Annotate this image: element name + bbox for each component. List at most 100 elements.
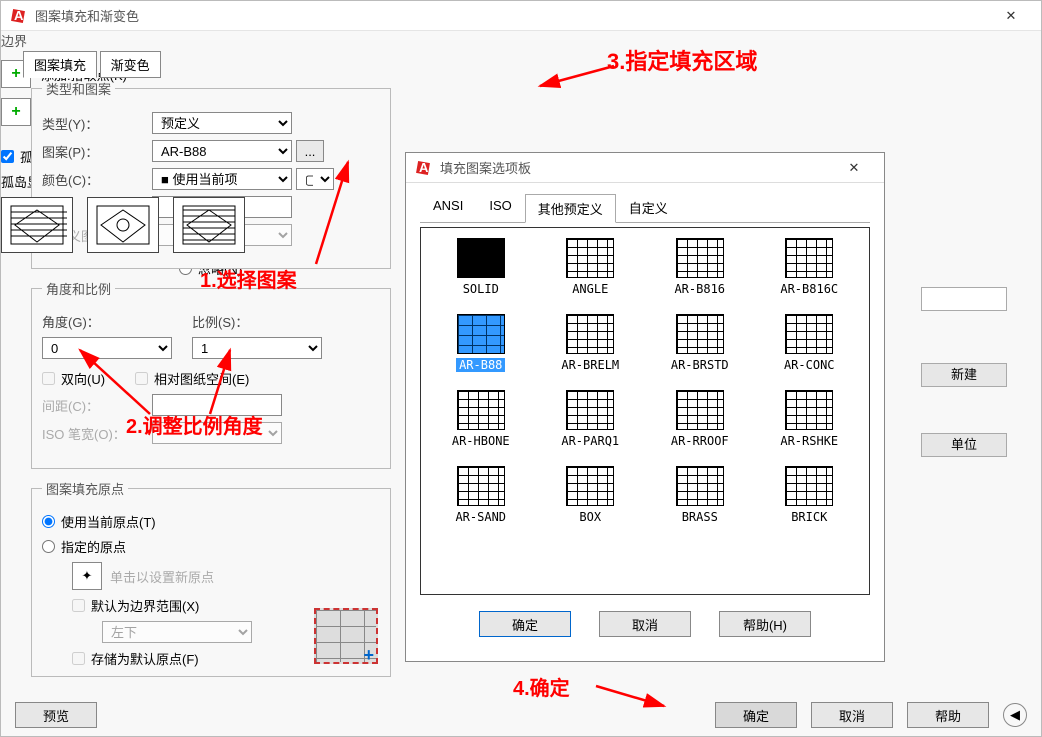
pattern-swatch-icon — [566, 238, 614, 278]
island-style-outer-icon[interactable] — [87, 197, 159, 253]
cancel-button[interactable]: 取消 — [811, 702, 893, 728]
pattern-item-ar-rshke[interactable]: AR-RSHKE — [760, 390, 860, 448]
default-extent-checkbox[interactable]: 默认为边界范围(X) — [72, 596, 199, 615]
pattern-item-label: AR-BRELM — [561, 358, 619, 372]
pattern-item-ar-brstd[interactable]: AR-BRSTD — [650, 314, 750, 372]
tab-custom[interactable]: 自定义 — [616, 193, 681, 222]
set-origin-icon[interactable]: ✦ — [72, 562, 102, 590]
pattern-item-brick[interactable]: BRICK — [760, 466, 860, 524]
pattern-item-label: ANGLE — [572, 282, 608, 296]
pattern-item-label: BOX — [579, 510, 601, 524]
rel-paper-checkbox[interactable]: 相对图纸空间(E) — [135, 369, 249, 388]
pattern-item-ar-b816c[interactable]: AR-B816C — [760, 238, 860, 296]
close-icon[interactable]: ✕ — [989, 1, 1033, 31]
pattern-swatch-icon — [785, 314, 833, 354]
palette-help-button[interactable]: 帮助(H) — [719, 611, 811, 637]
pattern-item-ar-brelm[interactable]: AR-BRELM — [541, 314, 641, 372]
type-legend: 类型和图案 — [42, 79, 115, 98]
tab-hatch[interactable]: 图案填充 — [23, 51, 97, 78]
add-select-obj-button[interactable]: + — [1, 98, 31, 126]
tab-ansi[interactable]: ANSI — [420, 193, 476, 222]
ok-button[interactable]: 确定 — [715, 702, 797, 728]
pattern-item-label: AR-CONC — [784, 358, 835, 372]
pattern-item-ar-rroof[interactable]: AR-RROOF — [650, 390, 750, 448]
pattern-item-label: AR-RSHKE — [780, 434, 838, 448]
pattern-item-ar-b816[interactable]: AR-B816 — [650, 238, 750, 296]
pattern-item-label: BRASS — [682, 510, 718, 524]
pattern-item-label: AR-B88 — [456, 358, 505, 372]
origin-legend: 图案填充原点 — [42, 479, 128, 498]
extent-select: 左下 — [102, 621, 252, 643]
island-style-normal-icon[interactable] — [1, 197, 73, 253]
scale-label: 比例(S)： — [192, 312, 302, 331]
plus-icon: + — [11, 65, 20, 83]
close-icon[interactable]: ✕ — [832, 153, 876, 183]
pattern-swatch-icon — [676, 466, 724, 506]
island-style-ignore-icon[interactable] — [173, 197, 245, 253]
pattern-item-label: AR-HBONE — [452, 434, 510, 448]
pattern-item-ar-sand[interactable]: AR-SAND — [431, 466, 531, 524]
unit-button[interactable]: 单位 — [921, 433, 1007, 457]
tab-gradient[interactable]: 渐变色 — [100, 51, 161, 78]
origin-preview: + — [314, 608, 378, 664]
app-icon: A — [9, 7, 27, 25]
dialog-title: 图案填充和渐变色 — [35, 6, 989, 25]
type-select[interactable]: 预定义 — [152, 112, 292, 134]
new-button[interactable]: 新建 — [921, 363, 1007, 387]
spacing-label: 间距(C)： — [42, 396, 152, 415]
main-tabs: 图案填充 渐变色 — [23, 51, 160, 78]
pattern-item-ar-b88[interactable]: AR-B88 — [431, 314, 531, 372]
pattern-item-label: AR-SAND — [455, 510, 506, 524]
pattern-select[interactable]: AR-B88 — [152, 140, 292, 162]
angle-select[interactable]: 0 — [42, 337, 172, 359]
pattern-item-brass[interactable]: BRASS — [650, 466, 750, 524]
pattern-item-ar-hbone[interactable]: AR-HBONE — [431, 390, 531, 448]
pattern-item-ar-conc[interactable]: AR-CONC — [760, 314, 860, 372]
scale-select[interactable]: 1 — [192, 337, 322, 359]
palette-ok-button[interactable]: 确定 — [479, 611, 571, 637]
click-set-origin-label: 单击以设置新原点 — [110, 567, 214, 586]
color-select[interactable]: ■ 使用当前项 — [152, 168, 292, 190]
pattern-item-box[interactable]: BOX — [541, 466, 641, 524]
titlebar: A 图案填充和渐变色 ✕ — [1, 1, 1041, 31]
pattern-swatch-icon — [676, 238, 724, 278]
color-swatch-select[interactable]: ▢ — [296, 168, 334, 190]
pattern-item-angle[interactable]: ANGLE — [541, 238, 641, 296]
pattern-item-label: AR-PARQ1 — [561, 434, 619, 448]
side-dropdown[interactable] — [921, 287, 1007, 311]
help-button[interactable]: 帮助 — [907, 702, 989, 728]
pattern-browse-button[interactable]: ... — [296, 140, 324, 162]
pattern-item-ar-parq1[interactable]: AR-PARQ1 — [541, 390, 641, 448]
pattern-item-solid[interactable]: SOLID — [431, 238, 531, 296]
color-label: 颜色(C)： — [42, 170, 152, 189]
angle-label: 角度(G)： — [42, 312, 192, 331]
palette-cancel-button[interactable]: 取消 — [599, 611, 691, 637]
use-current-origin-radio[interactable]: 使用当前原点(T) — [42, 512, 156, 531]
pattern-swatch-icon — [676, 390, 724, 430]
palette-title: 填充图案选项板 — [440, 158, 832, 177]
pattern-swatch-icon — [457, 466, 505, 506]
pattern-label: 图案(P)： — [42, 142, 152, 161]
preview-button[interactable]: 预览 — [15, 702, 97, 728]
expand-arrow-icon[interactable]: ◀ — [1003, 703, 1027, 727]
iso-pen-select — [152, 422, 282, 444]
svg-text:A: A — [14, 8, 24, 23]
origin-marker-icon: + — [363, 645, 374, 666]
specified-origin-radio[interactable]: 指定的原点 — [42, 537, 126, 556]
pattern-item-label: AR-RROOF — [671, 434, 729, 448]
pattern-item-label: AR-B816C — [780, 282, 838, 296]
boundary-legend: 边界 — [1, 31, 251, 50]
double-checkbox[interactable]: 双向(U) — [42, 369, 105, 388]
tab-other[interactable]: 其他预定义 — [525, 194, 616, 223]
pattern-swatch-icon — [457, 314, 505, 354]
palette-titlebar: A 填充图案选项板 ✕ — [406, 153, 884, 183]
iso-pen-label: ISO 笔宽(O)： — [42, 424, 152, 443]
pattern-grid[interactable]: SOLID ANGLE AR-B816 AR-B816C AR-B88 AR-BRELM A… — [420, 227, 870, 595]
store-default-checkbox[interactable]: 存储为默认原点(F) — [72, 649, 199, 668]
pattern-swatch-icon — [457, 390, 505, 430]
svg-text:A: A — [419, 160, 429, 175]
tab-iso[interactable]: ISO — [476, 193, 524, 222]
palette-tabs: ANSI ISO 其他预定义 自定义 — [420, 193, 870, 223]
pattern-swatch-icon — [785, 390, 833, 430]
app-icon: A — [414, 159, 432, 177]
